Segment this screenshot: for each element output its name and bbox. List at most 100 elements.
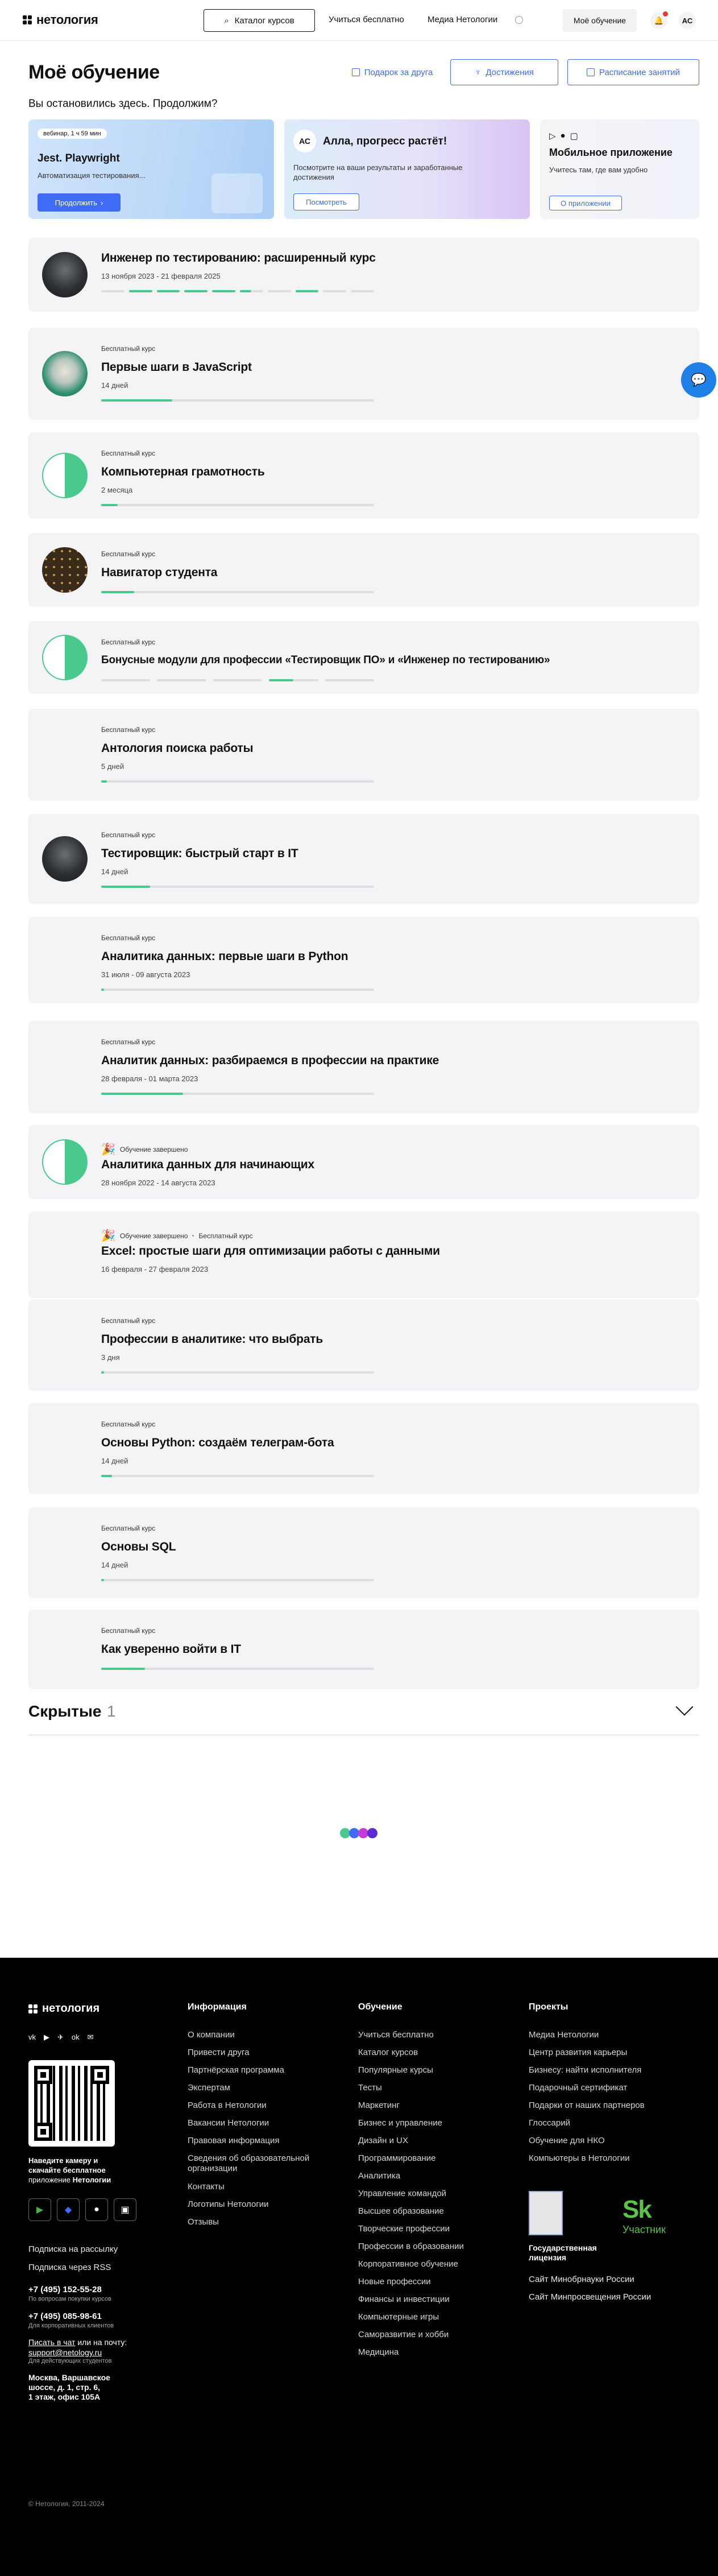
mobile-app-promo-card[interactable]: ▷ ● ▢ Мобильное приложение Учитесь там, … (540, 119, 699, 219)
footer-link[interactable]: Сведения об образовательной организации (188, 2153, 318, 2174)
licence-image[interactable] (529, 2191, 563, 2235)
footer-link[interactable]: Саморазвитие и хобби (358, 2326, 464, 2343)
footer-link[interactable]: Правовая информация (188, 2132, 318, 2149)
course-card[interactable]: 🎉 Обучение завершено Бесплатный курс Excel:… (28, 1211, 699, 1298)
apple-icon[interactable]: ● (85, 2198, 108, 2221)
achievements-button[interactable]: ♆ Достижения (450, 59, 558, 85)
course-title[interactable]: Первые шаги в JavaScript (101, 361, 252, 374)
footer-link[interactable]: Аналитика (358, 2167, 464, 2185)
course-card[interactable]: Бесплатный курс Тестировщик: быстрый стар… (28, 814, 699, 904)
footer-link[interactable]: Управление командой (358, 2185, 464, 2202)
course-card[interactable]: Бесплатный курс Компьютерная грамотность 2… (28, 432, 699, 519)
course-card[interactable]: Бесплатный курс Аналитика данных: первые … (28, 917, 699, 1003)
course-card[interactable]: Бесплатный курс Бонусные модули для профе… (28, 621, 699, 694)
view-progress-button[interactable]: Посмотреть (293, 193, 359, 210)
footer-link[interactable]: Подарочный сертификат (529, 2079, 645, 2097)
course-title[interactable]: Основы Python: создаём телеграм-бота (101, 1436, 334, 1450)
course-card[interactable]: Бесплатный курс Первые шаги в JavaScript 1… (28, 328, 699, 420)
footer-link[interactable]: Тесты (358, 2079, 464, 2097)
footer-link[interactable]: Отзывы (188, 2213, 318, 2231)
rustore-icon[interactable]: ◆ (57, 2198, 80, 2221)
course-title[interactable]: Тестировщик: быстрый старт в IT (101, 847, 298, 861)
user-avatar[interactable]: АС (679, 12, 696, 29)
about-app-button[interactable]: О приложении (549, 196, 622, 210)
footer-link[interactable]: Вакансии Нетологии (188, 2114, 318, 2132)
course-title[interactable]: Навигатор студента (101, 566, 217, 580)
write-chat-link[interactable]: Писать в чат (28, 2338, 75, 2347)
course-card[interactable]: 🎉 Обучение завершено Аналитика данных для … (28, 1125, 699, 1199)
footer-link[interactable]: Бизнесу: найти исполнителя (529, 2061, 645, 2079)
footer-link[interactable]: Экспертам (188, 2079, 318, 2097)
subscribe-link[interactable]: Подписка на рассылку (28, 2244, 118, 2254)
footer-link[interactable]: Глоссарий (529, 2114, 645, 2132)
ok-icon[interactable]: ok (72, 2033, 80, 2042)
vk-icon[interactable]: vk (28, 2033, 36, 2042)
footer-link[interactable]: Медицина (358, 2343, 464, 2361)
phone-sales[interactable]: +7 (495) 152-55-28 (28, 2285, 102, 2294)
footer-link[interactable]: Дизайн и UX (358, 2132, 464, 2149)
ministry-education-link[interactable]: Сайт Минпросвещения России (529, 2292, 651, 2302)
course-title[interactable]: Excel: простые шаги для оптимизации рабо… (101, 1244, 440, 1258)
course-card[interactable]: Бесплатный курс Аналитик данных: разбирае… (28, 1021, 699, 1113)
course-title[interactable]: Основы SQL (101, 1540, 176, 1554)
footer-link[interactable]: Корпоративное обучение (358, 2255, 464, 2273)
course-title[interactable]: Антология поиска работы (101, 742, 254, 755)
course-card[interactable]: Инженер по тестированию: расширенный кур… (28, 238, 699, 312)
nav-free-learning[interactable]: Учиться бесплатно (329, 15, 404, 24)
footer-link[interactable]: Финансы и инвестиции (358, 2290, 464, 2308)
hidden-section-title[interactable]: Скрытые (28, 1702, 101, 1721)
footer-link[interactable]: Подарки от наших партнеров (529, 2097, 645, 2114)
course-title[interactable]: Профессии в аналитике: что выбрать (101, 1333, 323, 1346)
footer-link[interactable]: Высшее образование (358, 2202, 464, 2220)
my-learning-button[interactable]: Моё обучение (563, 9, 637, 32)
footer-link[interactable]: Обучение для НКО (529, 2132, 645, 2149)
google-play-icon[interactable]: ▶ (28, 2198, 51, 2221)
course-title[interactable]: Аналитик данных: разбираемся в профессии… (101, 1054, 439, 1068)
footer-link[interactable]: Компьютерные игры (358, 2308, 464, 2326)
course-card[interactable]: Бесплатный курс Основы SQL 14 дней (28, 1507, 699, 1598)
footer-link[interactable]: Центр развития карьеры (529, 2044, 645, 2061)
footer-link[interactable]: Компьютеры в Нетологии (529, 2149, 645, 2167)
footer-link[interactable]: Медиа Нетологии (529, 2026, 645, 2044)
rss-link[interactable]: Подписка через RSS (28, 2263, 111, 2272)
licence-label[interactable]: Государственная лицензия (529, 2243, 597, 2263)
footer-link[interactable]: Творческие профессии (358, 2220, 464, 2238)
course-title[interactable]: Как уверенно войти в IT (101, 1643, 241, 1656)
catalog-button[interactable]: ⌕ Каталог курсов (204, 9, 315, 32)
support-email-link[interactable]: support@netology.ru (28, 2348, 102, 2357)
gift-for-friend-button[interactable]: Подарок за друга (341, 59, 443, 85)
footer-link[interactable]: Учиться бесплатно (358, 2026, 464, 2044)
footer-link[interactable]: Профессии в образовании (358, 2238, 464, 2255)
footer-link[interactable]: О компании (188, 2026, 318, 2044)
app-gallery-icon[interactable]: ▣ (114, 2198, 136, 2221)
footer-logo[interactable]: нетология (28, 2002, 99, 2015)
nav-media[interactable]: Медиа Нетологии (428, 15, 497, 24)
telegram-icon[interactable]: ✈ (57, 2033, 64, 2042)
footer-link[interactable]: Логотипы Нетологии (188, 2195, 318, 2213)
footer-link[interactable]: Новые профессии (358, 2273, 464, 2290)
footer-link[interactable]: Работа в Нетологии (188, 2097, 318, 2114)
youtube-icon[interactable]: ▶ (44, 2033, 49, 2042)
progress-promo-card[interactable]: АС Алла, прогресс растёт! Посмотрите на … (284, 119, 530, 219)
chat-icon[interactable]: 💬 (681, 362, 716, 398)
course-card[interactable]: Бесплатный курс Навигатор студента (28, 533, 699, 607)
netology-logo[interactable]: нетология (23, 13, 98, 27)
course-title[interactable]: Инженер по тестированию: расширенный кур… (101, 251, 376, 265)
skolkovo-logo[interactable]: Sk (622, 2195, 652, 2224)
footer-link[interactable]: Программирование (358, 2149, 464, 2167)
ministry-science-link[interactable]: Сайт Минобрнауки России (529, 2275, 634, 2284)
footer-link[interactable]: Контакты (188, 2178, 318, 2195)
course-card[interactable]: Бесплатный курс Как уверенно войти в IT (28, 1610, 699, 1689)
course-title[interactable]: Аналитика данных для начинающих (101, 1158, 314, 1172)
footer-link[interactable]: Бизнес и управление (358, 2114, 464, 2132)
webinar-promo-card[interactable]: вебинар, 1 ч 59 мин Jest. Playwright Авт… (28, 119, 274, 219)
footer-link[interactable]: Партнёрская программа (188, 2061, 318, 2079)
footer-link[interactable]: Каталог курсов (358, 2044, 464, 2061)
chevron-down-icon[interactable] (675, 1698, 694, 1716)
mail-icon[interactable]: ✉ (88, 2033, 94, 2042)
schedule-button[interactable]: Расписание занятий (567, 59, 699, 85)
phone-corporate[interactable]: +7 (495) 085-98-61 (28, 2312, 102, 2321)
course-card[interactable]: Бесплатный курс Антология поиска работы 5 … (28, 709, 699, 801)
continue-button[interactable]: Продолжить › (38, 193, 121, 212)
course-card[interactable]: Бесплатный курс Профессии в аналитике: чт… (28, 1300, 699, 1391)
